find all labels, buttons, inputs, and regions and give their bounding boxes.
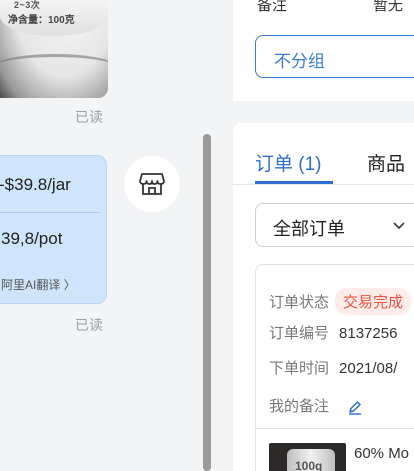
tab-divider — [233, 184, 414, 185]
order-time-label: 下单时间 — [269, 360, 330, 377]
note-label: 备注 — [257, 0, 288, 14]
thumbnail-label: 100g — [295, 459, 323, 471]
order-number-value: 8137256 — [339, 325, 398, 342]
ai-translate-link[interactable]: 阿里AI翻译 〉 — [1, 276, 76, 293]
product-image-message[interactable]: 2~3次 净含量：100克 — [0, 0, 108, 98]
message-divider — [0, 212, 100, 213]
order-time-row: 下单时间 2021/08/ — [269, 357, 397, 378]
jar-rim — [0, 54, 108, 84]
message-line-1: -$39.8/jar — [0, 175, 71, 194]
chevron-down-icon — [393, 222, 405, 230]
order-status-label: 订单状态 — [269, 294, 330, 311]
read-receipt: 已读 — [75, 317, 103, 333]
tab-orders[interactable]: 订单 (1) — [255, 149, 322, 176]
chat-area: 2~3次 净含量：100克 已读 -$39.8/jar 39,8/pot 阿里A… — [0, 0, 212, 471]
order-card[interactable]: 订单状态 交易完成 订单编号 8137256 下单时间 2021/08/ 我的备注 1… — [255, 264, 414, 471]
status-badge: 交易完成 — [335, 288, 412, 315]
order-filter-value: 全部订单 — [273, 219, 345, 239]
image-text-net-weight: 净含量：100克 — [8, 15, 75, 26]
card-divider — [256, 428, 414, 429]
tab-products[interactable]: 商品 — [367, 149, 405, 176]
chat-scrollbar[interactable] — [203, 134, 211, 471]
customer-info-section: 备注 暂无 不分组 — [233, 0, 414, 101]
note-value: 暂无 — [373, 0, 404, 14]
my-remark-label: 我的备注 — [269, 398, 330, 415]
image-text-usage: 2~3次 — [14, 0, 41, 10]
store-button[interactable] — [124, 156, 180, 212]
group-select-value: 不分组 — [274, 52, 325, 71]
product-name[interactable]: 60% Mo — [354, 445, 409, 462]
store-icon — [139, 173, 165, 195]
product-thumbnail[interactable]: 100g — [269, 443, 346, 471]
order-status-row: 订单状态 交易完成 — [269, 288, 412, 315]
order-number-row: 订单编号 8137256 — [269, 322, 397, 343]
my-remark-row: 我的备注 — [269, 395, 363, 416]
order-number-label: 订单编号 — [269, 325, 330, 342]
order-time-value: 2021/08/ — [339, 360, 398, 377]
message-line-2: 39,8/pot — [1, 229, 63, 248]
translated-message-bubble[interactable]: -$39.8/jar 39,8/pot 阿里AI翻译 〉 — [0, 155, 107, 304]
order-filter-select[interactable]: 全部订单 — [255, 203, 414, 247]
orders-panel: 订单 (1) 商品 全部订单 订单状态 交易完成 订单编号 8137256 下单时间… — [233, 123, 414, 471]
edit-icon[interactable] — [347, 399, 363, 415]
read-receipt: 已读 — [75, 109, 103, 125]
group-select[interactable]: 不分组 — [255, 35, 414, 78]
